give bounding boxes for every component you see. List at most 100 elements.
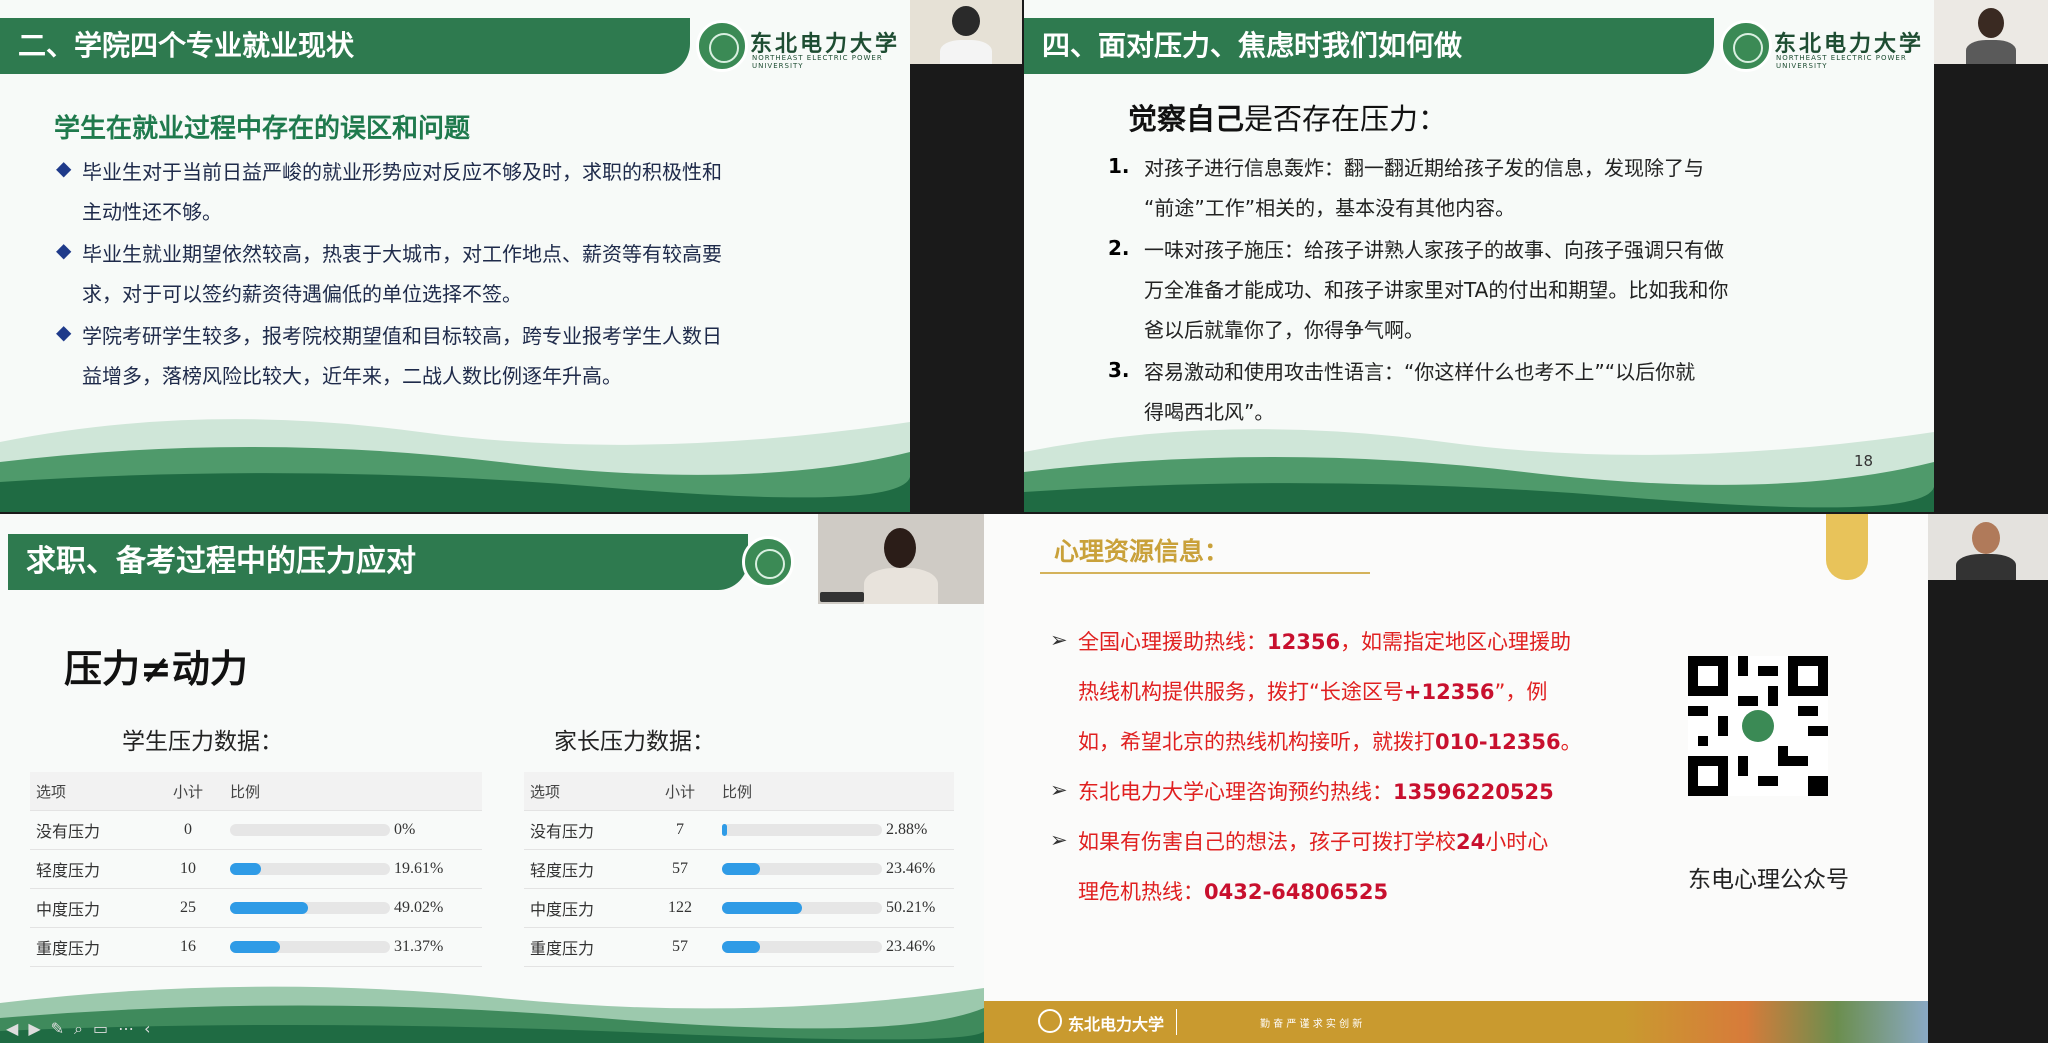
parent-pressure-table: 选项 小计 比例 没有压力 7 2.88% 轻度压力 57 23.46% 中度压… xyxy=(524,772,954,967)
hotline-line: 如果有伤害自己的想法，孩子可拨打学校24小时心 xyxy=(1078,826,1548,856)
bullet-text: 主动性还不够。 xyxy=(82,200,222,224)
list-text: “前途”工作”相关的，基本没有其他内容。 xyxy=(1144,196,1516,220)
university-logo-icon xyxy=(742,536,794,588)
text-span: 。 xyxy=(1560,730,1582,754)
ratio-bar-fill xyxy=(230,941,281,954)
hotline-line: 全国心理援助热线：12356，如需指定地区心理援助 xyxy=(1078,626,1571,656)
ratio-bar xyxy=(230,863,390,876)
ratio-percent: 23.46% xyxy=(886,860,936,877)
ratio-percent: 31.37% xyxy=(394,938,444,955)
bullet-diamond-icon: ◆ xyxy=(56,156,72,180)
count-cell: 7 xyxy=(644,810,716,850)
panel-top-left: 二、学院四个专业就业现状 东北电力大学 NORTHEAST ELECTRIC P… xyxy=(0,0,1022,512)
ratio-bar-fill xyxy=(722,941,760,954)
slide-top-right: 四、面对压力、焦虑时我们如何做 东北电力大学 NORTHEAST ELECTRI… xyxy=(1024,0,1934,512)
ratio-bar xyxy=(722,863,882,876)
prev-slide-icon[interactable]: ◀ xyxy=(6,1019,18,1038)
slide-header: 四、面对压力、焦虑时我们如何做 xyxy=(1024,18,1714,74)
bullet-text: 毕业生就业期望依然较高，热衷于大城市，对工作地点、薪资等有较高要 xyxy=(82,242,722,266)
slide-title-rest: 是否存在压力： xyxy=(1244,102,1448,136)
webcam-tile[interactable] xyxy=(910,0,1022,64)
count-cell: 122 xyxy=(644,888,716,928)
next-slide-icon[interactable]: ▶ xyxy=(28,1019,40,1038)
table-row: 轻度压力 10 19.61% xyxy=(30,849,482,889)
column-header: 选项 xyxy=(30,772,152,811)
presentation-toolbar: ◀ ▶ ✎ ⌕ ▭ ⋯ ‹ xyxy=(0,1014,226,1043)
option-cell: 轻度压力 xyxy=(524,849,644,889)
webcam-tile[interactable] xyxy=(818,514,984,604)
count-cell: 0 xyxy=(152,810,224,850)
ratio-cell: 23.46% xyxy=(716,849,954,889)
ratio-bar-fill xyxy=(722,863,760,876)
ratio-percent: 2.88% xyxy=(886,821,928,838)
phone-number: 010-12356 xyxy=(1435,730,1561,754)
ratio-cell: 31.37% xyxy=(224,927,482,967)
hotline-line: 如，希望北京的热线机构接听，就拨打010-12356。 xyxy=(1078,726,1582,756)
ratio-cell: 19.61% xyxy=(224,849,482,889)
ratio-percent: 49.02% xyxy=(394,899,444,916)
ratio-bar xyxy=(722,902,882,915)
arrow-bullet-icon: ➢ xyxy=(1050,778,1068,802)
ratio-bar-fill xyxy=(230,902,309,915)
ratio-bar xyxy=(230,941,390,954)
zoom-icon[interactable]: ⌕ xyxy=(74,1019,83,1039)
slide-header: 求职、备考过程中的压力应对 xyxy=(8,534,748,590)
bullet-text: 求，对于可以签约薪资待遇偏低的单位选择不签。 xyxy=(82,282,522,306)
ratio-cell: 49.02% xyxy=(224,888,482,928)
text-span: 如果有伤害自己的想法，孩子可拨打学校 xyxy=(1078,830,1456,854)
table-row: 重度压力 16 31.37% xyxy=(30,927,482,967)
list-text: 一味对孩子施压：给孩子讲熟人家孩子的故事、向孩子强调只有做 xyxy=(1144,238,1724,262)
webcam-tile[interactable] xyxy=(1934,0,2048,64)
option-cell: 重度压力 xyxy=(524,927,644,967)
column-header: 小计 xyxy=(152,772,224,811)
option-cell: 中度压力 xyxy=(30,888,152,928)
webcam-tile[interactable] xyxy=(1928,514,2048,580)
text-span: 全国心理援助热线： xyxy=(1078,630,1267,654)
participant-body xyxy=(940,40,992,64)
ratio-bar xyxy=(230,902,390,915)
list-text: 万全准备才能成功、和孩子讲家里对TA的付出和期望。比如我和你 xyxy=(1144,278,1729,302)
logo-subtext: NORTHEAST ELECTRIC POWER UNIVERSITY xyxy=(1776,54,1907,70)
back-icon[interactable]: ‹ xyxy=(144,1019,150,1038)
column-header: 小计 xyxy=(644,772,716,811)
list-num: 2. xyxy=(1108,236,1130,260)
slide-top-left: 二、学院四个专业就业现状 东北电力大学 NORTHEAST ELECTRIC P… xyxy=(0,0,910,512)
table-header-row: 选项 小计 比例 xyxy=(30,772,482,811)
table-header-row: 选项 小计 比例 xyxy=(524,772,954,811)
pen-icon[interactable]: ✎ xyxy=(51,1019,64,1038)
green-hills-decoration xyxy=(0,419,910,512)
university-logo-icon xyxy=(1720,20,1772,72)
phone-number: 13596220525 xyxy=(1393,780,1554,804)
panel-bottom-left: 求职、备考过程中的压力应对 压力≠动力 学生压力数据： 家长压力数据： 选项 小… xyxy=(0,514,984,1043)
text-span: ，如需指定地区心理援助 xyxy=(1340,630,1572,654)
bullet-text: 学院考研学生较多，报考院校期望值和目标较高，跨专业报考学生人数日 xyxy=(82,324,722,348)
phone-number: 12356 xyxy=(1267,630,1341,654)
ratio-cell: 2.88% xyxy=(716,810,954,850)
student-pressure-table: 选项 小计 比例 没有压力 0 0% 轻度压力 10 19.61% 中度压力 2… xyxy=(30,772,482,967)
participant-avatar xyxy=(884,528,916,568)
ratio-percent: 19.61% xyxy=(394,860,444,877)
table-row: 轻度压力 57 23.46% xyxy=(524,849,954,889)
option-cell: 没有压力 xyxy=(524,810,644,850)
arrow-bullet-icon: ➢ xyxy=(1050,628,1068,652)
campus-photo xyxy=(1624,1001,1928,1043)
column-header: 比例 xyxy=(716,772,954,811)
qr-caption: 东电心理公众号 xyxy=(1688,867,1849,893)
phone-number: +12356 xyxy=(1403,680,1495,704)
column-header: 选项 xyxy=(524,772,644,811)
bullet-text: 毕业生对于当前日益严峻的就业形势应对反应不够及时，求职的积极性和 xyxy=(82,160,722,184)
more-icon[interactable]: ⋯ xyxy=(118,1019,134,1038)
table-row: 没有压力 0 0% xyxy=(30,810,482,850)
count-cell: 10 xyxy=(152,849,224,889)
ratio-percent: 0% xyxy=(394,821,416,838)
ratio-bar xyxy=(230,824,390,837)
page-number: 18 xyxy=(1854,452,1874,470)
resource-title: 心理资源信息： xyxy=(1054,537,1230,566)
text-span: 24 xyxy=(1456,830,1486,854)
ratio-bar-fill xyxy=(230,863,262,876)
screen-icon[interactable]: ▭ xyxy=(93,1019,108,1038)
table-row: 重度压力 57 23.46% xyxy=(524,927,954,967)
participant-avatar xyxy=(1972,522,2000,554)
ratio-bar xyxy=(722,941,882,954)
text-span: 热线机构提供服务，拨打“长途区号 xyxy=(1078,680,1404,704)
